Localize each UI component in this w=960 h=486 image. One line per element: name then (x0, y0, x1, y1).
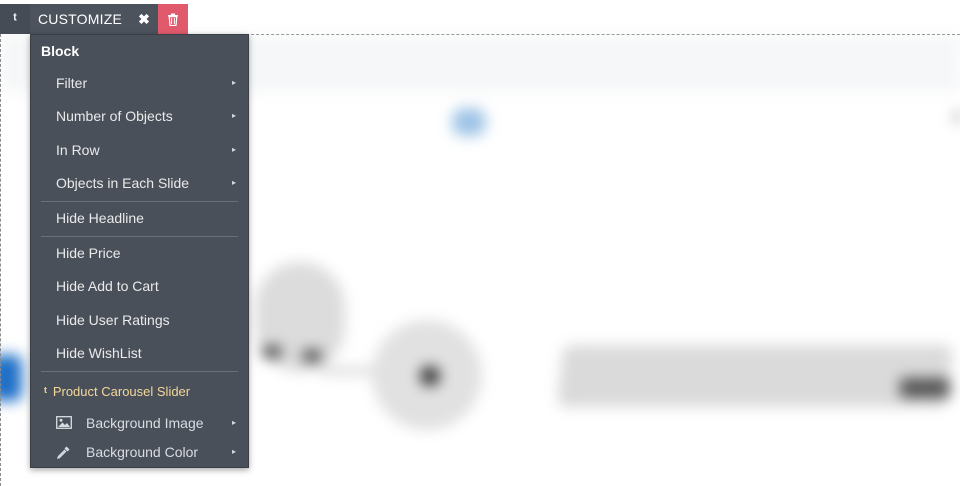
block-toolbar: ᵗ CUSTOMIZE ✖ (0, 4, 188, 34)
close-button[interactable]: ✖ (130, 4, 158, 34)
headphones-detail (302, 350, 322, 362)
submenu-arrow-icon: ▸ (231, 111, 236, 120)
keyboard-edge (900, 378, 950, 398)
menu-item-number-of-objects[interactable]: Number of Objects ▸ (56, 106, 238, 126)
parent-arrow-icon: ᵗ (44, 384, 47, 399)
select-parent-button[interactable]: ᵗ (0, 4, 30, 34)
menu-item-background-image[interactable]: Background Image ▸ (56, 413, 238, 433)
menu-item-label: Objects in Each Slide (56, 175, 190, 191)
eyedropper-icon (56, 446, 70, 460)
menu-title: Block (41, 43, 80, 59)
submenu-arrow-icon: ▸ (231, 447, 236, 456)
menu-item-label: Hide User Ratings (56, 312, 170, 328)
menu-item-label: Filter (56, 75, 88, 91)
menu-item-hide-headline[interactable]: Hide Headline (56, 208, 238, 228)
menu-item-label: Background Color (86, 444, 199, 460)
parent-block-product-carousel-slider[interactable]: ᵗ Product Carousel Slider (44, 384, 190, 399)
menu-item-filter[interactable]: Filter ▸ (56, 73, 238, 93)
menu-item-in-row[interactable]: In Row ▸ (56, 140, 238, 160)
trash-icon (168, 13, 178, 26)
parent-block-label: Product Carousel Slider (52, 384, 191, 399)
menu-item-label: Hide WishList (56, 345, 142, 361)
menu-item-label: Hide Add to Cart (56, 278, 159, 294)
close-icon: ✖ (138, 10, 150, 27)
image-icon (56, 416, 72, 429)
slider-prev-button (0, 355, 22, 401)
menu-item-label: Hide Headline (56, 210, 144, 226)
menu-separator (41, 236, 238, 237)
menu-item-hide-add-to-cart[interactable]: Hide Add to Cart (56, 276, 238, 296)
customize-button[interactable]: CUSTOMIZE (30, 4, 130, 34)
menu-separator (41, 201, 238, 202)
menu-item-label: Hide Price (56, 245, 121, 261)
customize-menu: Block Filter ▸ Number of Objects ▸ In Ro… (30, 34, 249, 468)
menu-item-label: Number of Objects (56, 108, 173, 124)
customize-label: CUSTOMIZE (38, 11, 122, 27)
submenu-arrow-icon: ▸ (231, 145, 236, 154)
menu-item-hide-price[interactable]: Hide Price (56, 243, 238, 263)
slider-next-indicator (955, 112, 960, 122)
headphones-earcup-center (420, 366, 440, 386)
menu-item-hide-user-ratings[interactable]: Hide User Ratings (56, 310, 238, 330)
block-outline-left (0, 34, 1, 486)
headphones-detail (262, 346, 282, 358)
block-outline-top (176, 34, 960, 35)
menu-item-hide-wishlist[interactable]: Hide WishList (56, 343, 238, 363)
menu-item-background-color[interactable]: Background Color ▸ (56, 442, 238, 462)
submenu-arrow-icon: ▸ (231, 78, 236, 87)
submenu-arrow-icon: ▸ (231, 418, 236, 427)
menu-item-label: In Row (56, 142, 100, 158)
delete-button[interactable] (158, 4, 188, 34)
submenu-arrow-icon: ▸ (231, 178, 236, 187)
menu-item-label: Background Image (86, 415, 204, 431)
menu-separator (41, 371, 238, 372)
keyboard-product-image (556, 345, 954, 407)
parent-arrow-icon: ᵗ (13, 10, 17, 28)
shield-icon (452, 108, 486, 136)
menu-item-objects-in-each-slide[interactable]: Objects in Each Slide ▸ (56, 173, 238, 193)
